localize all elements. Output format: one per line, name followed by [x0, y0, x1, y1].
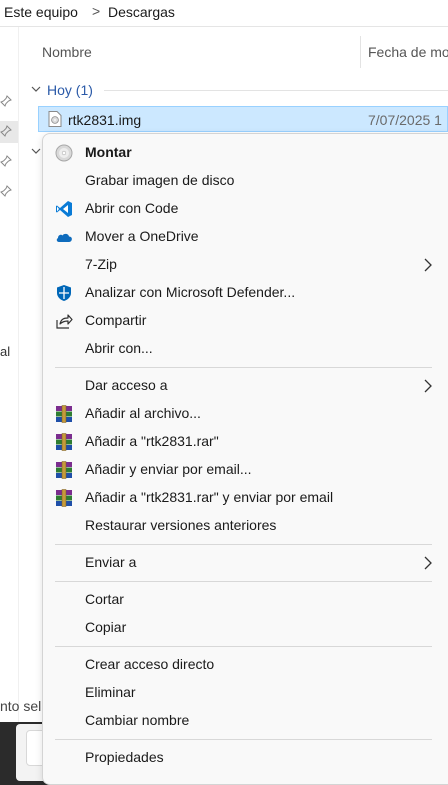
- winrar-icon: [56, 405, 72, 423]
- menu-item-label: Compartir: [85, 312, 147, 328]
- menu-item-label: Añadir a "rtk2831.rar" y enviar por emai…: [85, 489, 334, 505]
- menu-item-copiar[interactable]: Copiar: [43, 614, 448, 642]
- menu-separator: [55, 581, 432, 582]
- menu-item-onedrive[interactable]: Mover a OneDrive: [43, 223, 448, 251]
- menu-item-label: Cortar: [85, 591, 124, 607]
- nav-item-label-fragment[interactable]: al: [0, 344, 10, 359]
- menu-separator: [55, 367, 432, 368]
- menu-item-grabar-imagen[interactable]: Grabar imagen de disco: [43, 167, 448, 195]
- menu-item-label: Añadir al archivo...: [85, 405, 201, 421]
- winrar-icon: [56, 433, 72, 451]
- address-divider: [0, 26, 448, 27]
- menu-item-abrir-con-code[interactable]: Abrir con Code: [43, 195, 448, 223]
- breadcrumb-descargas[interactable]: Descargas: [108, 4, 175, 20]
- onedrive-icon: [56, 233, 72, 242]
- menu-item-label: Enviar a: [85, 554, 137, 570]
- column-header-name[interactable]: Nombre: [42, 44, 92, 60]
- menu-item-defender[interactable]: Analizar con Microsoft Defender...: [43, 279, 448, 307]
- menu-item-label: Montar: [85, 144, 132, 160]
- menu-item-label: Copiar: [85, 619, 127, 635]
- menu-item-anadir-archivo[interactable]: Añadir al archivo...: [43, 400, 448, 428]
- chevron-right-icon: [424, 258, 432, 272]
- menu-item-montar[interactable]: Montar: [43, 139, 448, 167]
- group-divider: [104, 90, 448, 91]
- menu-item-compartir[interactable]: Compartir: [43, 307, 448, 335]
- menu-item-7zip[interactable]: 7-Zip: [43, 251, 448, 279]
- disc-icon: [55, 144, 73, 162]
- menu-item-label: Analizar con Microsoft Defender...: [85, 284, 296, 300]
- menu-item-anadir-rar-email[interactable]: Añadir a "rtk2831.rar" y enviar por emai…: [43, 484, 448, 512]
- menu-item-anadir-enviar-email[interactable]: Añadir y enviar por email...: [43, 456, 448, 484]
- disc-image-file-icon: [48, 111, 62, 127]
- menu-separator: [55, 739, 432, 740]
- menu-item-dar-acceso[interactable]: Dar acceso a: [43, 372, 448, 400]
- pin-icon: [0, 125, 12, 137]
- menu-item-cambiar-nombre[interactable]: Cambiar nombre: [43, 707, 448, 735]
- menu-item-abrir-con[interactable]: Abrir con...: [43, 335, 448, 363]
- defender-icon: [57, 285, 71, 301]
- menu-item-label: Propiedades: [85, 749, 164, 765]
- menu-item-crear-acceso-directo[interactable]: Crear acceso directo: [43, 651, 448, 679]
- vscode-icon: [56, 201, 72, 217]
- pin-icon: [0, 155, 12, 167]
- menu-item-label: Eliminar: [85, 684, 136, 700]
- menu-item-enviar-a[interactable]: Enviar a: [43, 549, 448, 577]
- menu-item-label: Dar acceso a: [85, 377, 168, 393]
- menu-item-restaurar-versiones[interactable]: Restaurar versiones anteriores: [43, 512, 448, 540]
- menu-item-label: Añadir y enviar por email...: [85, 461, 252, 477]
- share-icon: [56, 314, 73, 329]
- chevron-right-icon: [424, 556, 432, 570]
- column-divider[interactable]: [360, 36, 361, 68]
- menu-item-label: Mover a OneDrive: [85, 228, 199, 244]
- breadcrumb-este-equipo[interactable]: Este equipo: [4, 4, 78, 20]
- pin-icon: [0, 185, 12, 197]
- winrar-icon: [56, 461, 72, 479]
- chevron-down-icon[interactable]: [31, 146, 41, 156]
- menu-item-label: Abrir con...: [85, 340, 153, 356]
- column-header-date[interactable]: Fecha de mo: [368, 44, 448, 60]
- menu-separator: [55, 544, 432, 545]
- menu-item-label: Grabar imagen de disco: [85, 172, 235, 188]
- menu-item-label: Abrir con Code: [85, 200, 179, 216]
- file-date: 7/07/2025 1: [368, 112, 442, 128]
- menu-item-anadir-rar[interactable]: Añadir a "rtk2831.rar": [43, 428, 448, 456]
- menu-item-cortar[interactable]: Cortar: [43, 586, 448, 614]
- chevron-right-icon: [424, 379, 432, 393]
- group-header-today[interactable]: Hoy (1): [47, 82, 93, 98]
- status-bar-text: nto sel: [0, 698, 42, 714]
- menu-item-propiedades[interactable]: Propiedades: [43, 744, 448, 772]
- chevron-down-icon[interactable]: [31, 84, 41, 94]
- menu-item-label: Restaurar versiones anteriores: [85, 517, 277, 533]
- menu-item-label: 7-Zip: [85, 256, 117, 272]
- menu-item-eliminar[interactable]: Eliminar: [43, 679, 448, 707]
- menu-item-label: Crear acceso directo: [85, 656, 215, 672]
- breadcrumb-separator: >: [92, 3, 101, 19]
- file-name[interactable]: rtk2831.img: [68, 112, 141, 128]
- pin-icon: [0, 95, 12, 107]
- menu-item-label: Añadir a "rtk2831.rar": [85, 433, 219, 449]
- menu-separator: [55, 646, 432, 647]
- winrar-icon: [56, 489, 72, 507]
- menu-item-label: Cambiar nombre: [85, 712, 190, 728]
